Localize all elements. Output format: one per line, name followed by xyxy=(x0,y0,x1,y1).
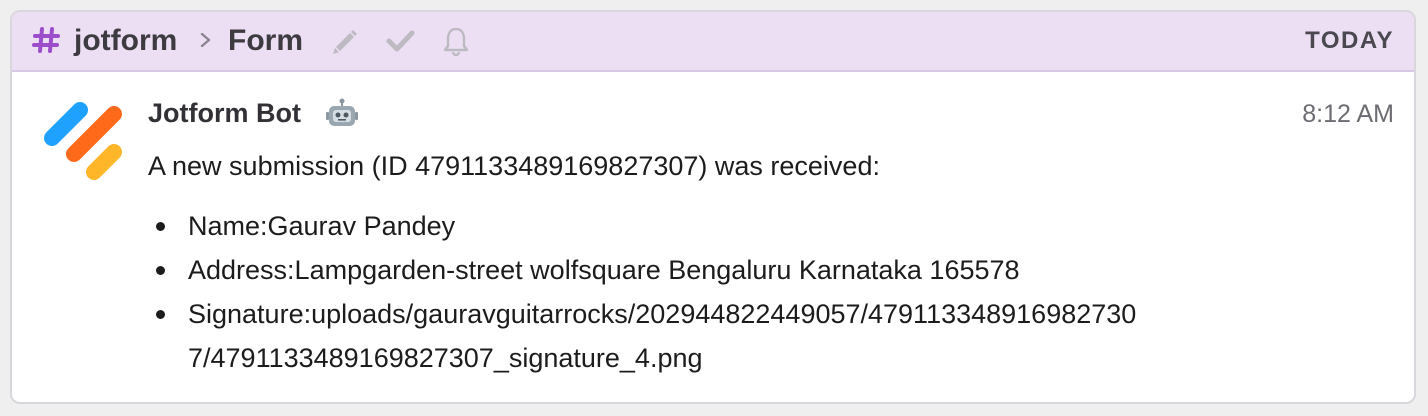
sender-name[interactable]: Jotform Bot xyxy=(148,96,301,130)
message-timestamp[interactable]: 8:12 AM xyxy=(1302,98,1394,130)
workspace-link[interactable]: jotform xyxy=(74,24,177,58)
hash-icon xyxy=(32,27,60,53)
robot-icon xyxy=(326,98,358,126)
jotform-logo-avatar xyxy=(44,102,122,180)
message-intro: A new submission (ID 4791133489169827307… xyxy=(148,151,880,181)
field-name: Name:Gaurav Pandey xyxy=(148,204,1148,248)
message-card: jotform Form TODAY Jotform Bot 8:12 AM A… xyxy=(10,10,1416,404)
field-address: Address:Lampgarden-street wolfsquare Ben… xyxy=(148,248,1148,292)
form-title[interactable]: Form xyxy=(228,24,303,58)
check-icon[interactable] xyxy=(384,25,416,57)
field-signature: Signature:uploads/gauravguitarrocks/2029… xyxy=(148,292,1148,380)
bell-icon[interactable] xyxy=(440,25,472,57)
pencil-icon[interactable] xyxy=(328,25,360,57)
chevron-right-icon xyxy=(200,33,211,47)
channel-header: jotform Form TODAY xyxy=(12,12,1414,72)
date-divider: TODAY xyxy=(1305,27,1394,54)
submission-fields: Name:Gaurav Pandey Address:Lampgarden-st… xyxy=(148,204,1148,380)
